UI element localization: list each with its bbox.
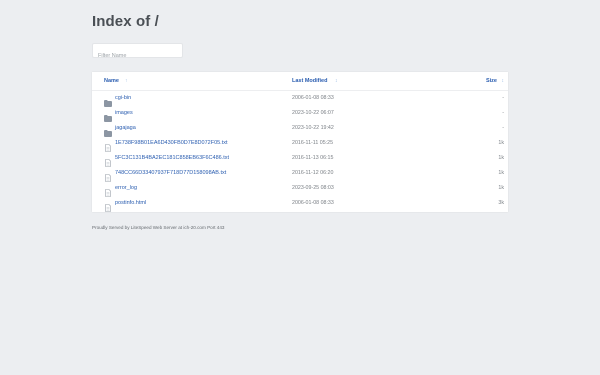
table-row[interactable]: 1E738F98B01EA6D430FB0D7E8D072F05.txt 2016… xyxy=(92,136,508,152)
column-modified-header[interactable]: Last Modified ↕ xyxy=(292,78,338,84)
entry-name-link[interactable]: jagajaga xyxy=(115,125,136,131)
entry-size: 1k xyxy=(498,170,504,176)
folder-icon xyxy=(104,94,112,107)
sort-toggle-icon[interactable]: ↕ xyxy=(502,78,505,84)
table-row[interactable]: 748CC66D33407937F718D77D158098AB.txt 2016… xyxy=(92,166,508,182)
entry-modified: 2023-10-22 19:42 xyxy=(292,125,334,131)
entry-name-link[interactable]: cgi-bin xyxy=(115,95,131,101)
file-icon xyxy=(104,139,112,152)
entry-modified: 2006-01-08 08:33 xyxy=(292,95,334,101)
entry-name-link[interactable]: postinfo.html xyxy=(115,200,146,206)
file-icon xyxy=(104,154,112,167)
table-row[interactable]: error_log 2023-09-25 08:03 1k xyxy=(92,181,508,197)
file-icon xyxy=(104,184,112,197)
entry-size: 1k xyxy=(498,155,504,161)
entry-size: 1k xyxy=(498,185,504,191)
entry-modified: 2016-11-11 05:25 xyxy=(292,140,334,146)
column-modified-label[interactable]: Last Modified xyxy=(292,78,327,84)
table-row[interactable]: 5FC3C131B4BA2EC181C858EB63F6C486.txt 2016… xyxy=(92,151,508,167)
sort-ascending-icon[interactable]: ↑ xyxy=(125,78,128,84)
entry-size: 3k xyxy=(498,200,504,206)
file-listing-table: Name ↑ Last Modified ↕ Size ↕ cgi-bin 200… xyxy=(92,72,508,212)
entry-name-link[interactable]: 5FC3C131B4BA2EC181C858EB63F6C486.txt xyxy=(115,155,229,161)
filter-name-input[interactable] xyxy=(93,49,182,63)
entry-size: - xyxy=(502,125,504,131)
entry-modified: 2016-11-12 06:20 xyxy=(292,170,334,176)
entry-size: - xyxy=(502,110,504,116)
entry-name-link[interactable]: error_log xyxy=(115,185,137,191)
sort-toggle-icon[interactable]: ↕ xyxy=(335,78,338,84)
entry-name-link[interactable]: 1E738F98B01EA6D430FB0D7E8D072F05.txt xyxy=(115,140,228,146)
column-size-label[interactable]: Size xyxy=(486,78,497,84)
folder-icon xyxy=(104,124,112,137)
file-icon xyxy=(104,169,112,182)
entry-modified: 2006-01-08 08:33 xyxy=(292,200,334,206)
file-icon xyxy=(104,199,112,212)
filter-box[interactable] xyxy=(92,43,183,63)
page-title: Index of / xyxy=(92,13,159,30)
table-row[interactable]: images 2023-10-22 06:07 - xyxy=(92,106,508,122)
entry-size: 1k xyxy=(498,140,504,146)
table-row[interactable]: cgi-bin 2006-01-08 08:33 - xyxy=(92,91,508,107)
server-footer: Proudly Served by LiteSpeed Web Server a… xyxy=(92,225,225,230)
folder-icon xyxy=(104,109,112,122)
table-header: Name ↑ Last Modified ↕ Size ↕ xyxy=(92,72,508,91)
column-name-label[interactable]: Name xyxy=(104,78,119,84)
entry-name-link[interactable]: images xyxy=(115,110,133,116)
column-size-header[interactable]: Size ↕ xyxy=(486,78,504,84)
entry-modified: 2023-09-25 08:03 xyxy=(292,185,334,191)
table-row[interactable]: postinfo.html 2006-01-08 08:33 3k xyxy=(92,196,508,212)
entry-name-link[interactable]: 748CC66D33407937F718D77D158098AB.txt xyxy=(115,170,226,176)
entry-modified: 2023-10-22 06:07 xyxy=(292,110,334,116)
entry-size: - xyxy=(502,95,504,101)
column-name-header[interactable]: Name ↑ xyxy=(104,78,128,84)
entry-modified: 2016-11-13 06:15 xyxy=(292,155,334,161)
table-row[interactable]: jagajaga 2023-10-22 19:42 - xyxy=(92,121,508,137)
